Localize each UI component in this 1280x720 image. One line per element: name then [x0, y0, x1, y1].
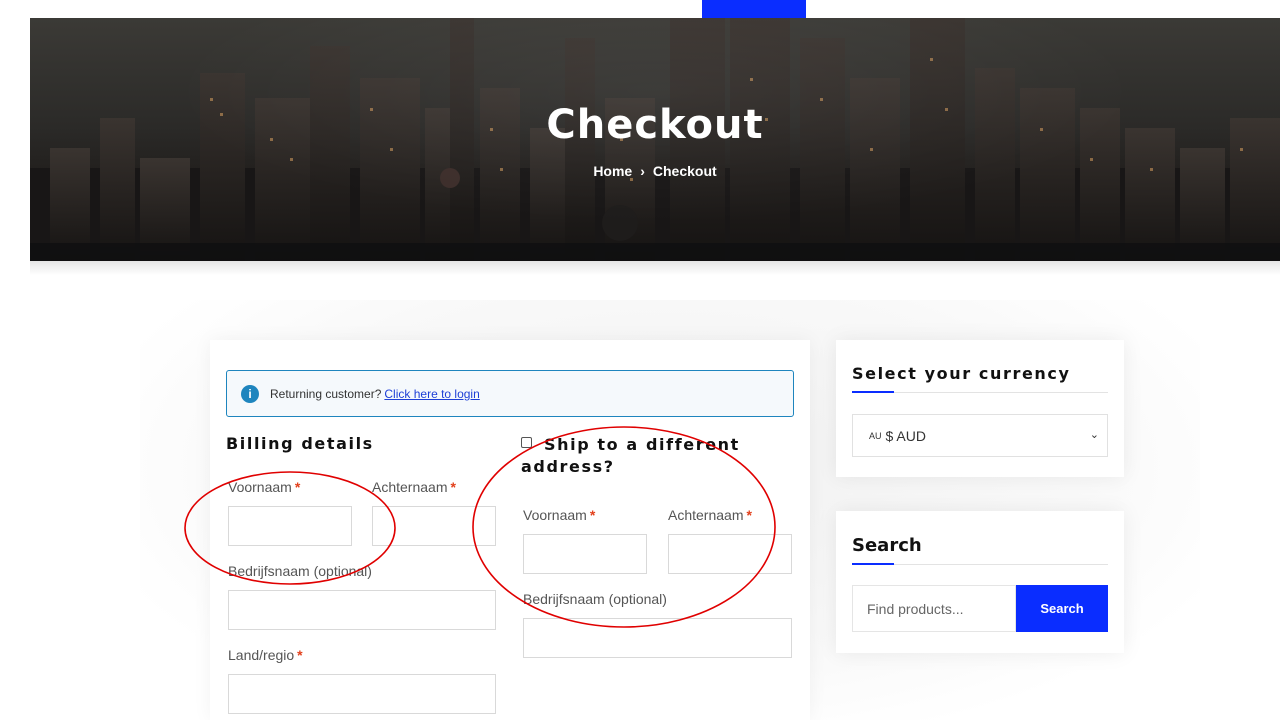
search-widget-underline [852, 563, 1108, 565]
billing-company-input[interactable] [228, 590, 496, 630]
currency-widget: Select your currency AU $ AUD ⌄ [836, 340, 1124, 477]
search-widget: Search Find products... Search [836, 511, 1124, 653]
checkout-form-card: i Returning customer? Click here to logi… [210, 340, 810, 720]
product-search-input[interactable]: Find products... [852, 585, 1016, 632]
page-title: Checkout [546, 102, 764, 148]
currency-widget-underline [852, 391, 1108, 393]
billing-country-select[interactable] [228, 674, 496, 714]
shipping-first-name-label: Voornaam * [523, 507, 596, 523]
ship-different-address-toggle[interactable]: Ship to a different address? [521, 434, 740, 478]
billing-first-name-label: Voornaam * [228, 479, 301, 495]
chevron-down-icon: ⌄ [1089, 429, 1099, 441]
shipping-last-name-input[interactable] [668, 534, 792, 574]
billing-company-label: Bedrijfsnaam (optional) [228, 563, 372, 579]
search-widget-title: Search [852, 535, 922, 556]
currency-selected-value: $ AUD [885, 427, 926, 444]
billing-details-heading: Billing details [226, 434, 374, 453]
breadcrumb: Home › Checkout [30, 163, 1280, 179]
hero-shadow [30, 261, 1280, 275]
shipping-first-name-input[interactable] [523, 534, 647, 574]
login-link[interactable]: Click here to login [384, 387, 479, 401]
breadcrumb-current: Checkout [652, 163, 717, 179]
currency-select[interactable]: AU $ AUD ⌄ [852, 414, 1108, 457]
notice-text: Returning customer? [270, 386, 382, 401]
shipping-company-input[interactable] [523, 618, 792, 658]
billing-country-label: Land/regio * [228, 647, 303, 663]
shipping-last-name-label: Achternaam * [668, 507, 752, 523]
returning-customer-notice: i Returning customer? Click here to logi… [226, 370, 794, 417]
breadcrumb-home-link[interactable]: Home [593, 163, 632, 179]
top-accent-bar [702, 0, 806, 18]
ship-different-address-checkbox[interactable] [521, 437, 532, 448]
billing-first-name-input[interactable] [228, 506, 352, 546]
billing-last-name-input[interactable] [372, 506, 496, 546]
currency-widget-title: Select your currency [852, 364, 1071, 383]
search-button[interactable]: Search [1016, 585, 1108, 632]
currency-flag-label: AU [869, 430, 882, 441]
breadcrumb-separator-icon: › [640, 163, 645, 179]
billing-last-name-label: Achternaam * [372, 479, 456, 495]
city-skyline-image [30, 18, 1280, 261]
shipping-company-label: Bedrijfsnaam (optional) [523, 591, 667, 607]
info-icon: i [241, 384, 259, 403]
page-hero-banner: Checkout Home › Checkout [30, 18, 1280, 261]
